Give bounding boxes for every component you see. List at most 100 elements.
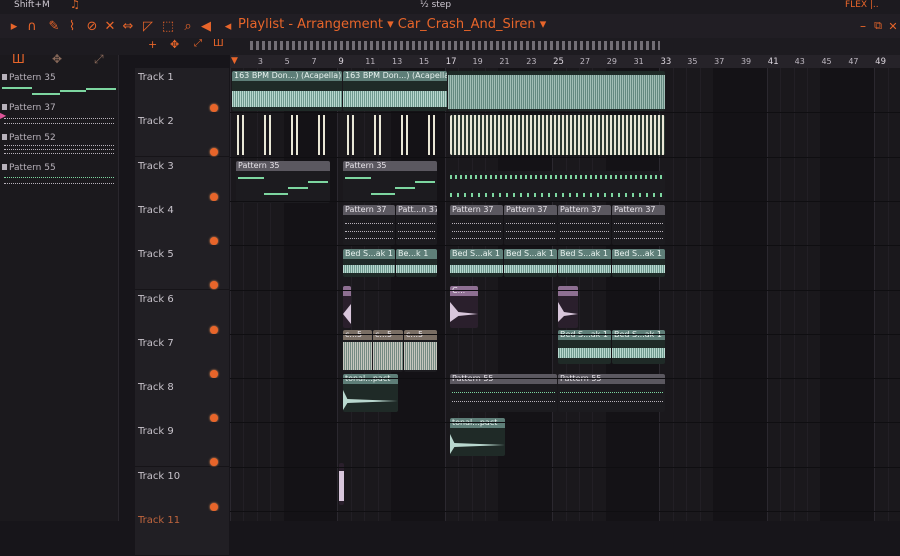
pattern-square-icon: [2, 134, 7, 140]
step-label[interactable]: ½ step: [420, 0, 451, 10]
audio-clip[interactable]: 163 BPM Don...) (Acapella): [232, 71, 342, 111]
track-enable-led[interactable]: [210, 281, 218, 290]
pattern-clip[interactable]: Pattern 37: [558, 205, 611, 245]
track-enable-led[interactable]: [210, 458, 218, 467]
pattern-item-52[interactable]: Pattern 52: [2, 133, 116, 161]
timeline-ruler[interactable]: ▼ 3 5 7 9 11 13 15 17 19 21 23 25 27 29 31 33 35 37 39 41 43…: [230, 55, 900, 68]
audio-clip[interactable]: Be...k 1: [396, 249, 437, 277]
pattern-clip[interactable]: Pattern 35: [236, 161, 330, 203]
minimize-icon[interactable]: –: [855, 18, 871, 34]
delete-icon[interactable]: ⊘: [84, 18, 100, 34]
audio-clip[interactable]: [450, 115, 665, 155]
select-icon[interactable]: ⬚: [160, 18, 176, 34]
track-enable-led[interactable]: [210, 414, 218, 423]
audio-clip[interactable]: Bed S...ak 1: [612, 330, 665, 364]
audio-clip[interactable]: Bed S...ak 1: [612, 249, 665, 277]
track-header[interactable]: Track 5: [135, 245, 229, 291]
audio-clip[interactable]: c...5: [404, 330, 437, 372]
clip-label: Patt...n 37: [396, 205, 437, 215]
track-header[interactable]: Track 11: [135, 511, 229, 556]
track-header[interactable]: Track 10: [135, 466, 229, 512]
pattern-clip[interactable]: Pattern 55: [450, 374, 557, 412]
track-header[interactable]: Track 3: [135, 156, 229, 202]
song-overview[interactable]: [250, 41, 660, 50]
arrangement-grid[interactable]: 163 BPM Don...) (Acapella) 163 BPM Don..…: [230, 68, 900, 521]
track-header[interactable]: Track 1: [135, 68, 229, 113]
track-enable-led[interactable]: [210, 502, 218, 511]
audio-clip[interactable]: [343, 115, 448, 155]
pattern-clip[interactable]: Pattern 37: [343, 205, 395, 245]
pattern-clip[interactable]: [450, 171, 665, 201]
pattern-clip[interactable]: Pattern 37: [612, 205, 665, 245]
grid-column-line: [766, 68, 768, 521]
pattern-square-icon: [2, 104, 7, 110]
pattern-clip[interactable]: Pattern 35: [343, 161, 437, 203]
ruler-tick-label: 9: [338, 57, 344, 67]
stretch-icon[interactable]: ✥: [170, 38, 179, 51]
audio-clip[interactable]: [339, 463, 344, 505]
mute-icon[interactable]: ✕: [102, 18, 118, 34]
audio-clip[interactable]: Bed S...ak 1: [504, 249, 557, 277]
track-header[interactable]: Track 4: [135, 200, 229, 246]
grid-row-line: [230, 511, 900, 512]
audio-clip[interactable]: C...: [450, 286, 478, 328]
clip-label: [343, 286, 351, 296]
track-name: Track 2: [138, 116, 174, 128]
slip-icon[interactable]: ⇔: [120, 18, 136, 34]
track-header[interactable]: Track 6: [135, 289, 229, 335]
audio-clip[interactable]: [233, 115, 338, 155]
zoom-icon[interactable]: ⌕: [180, 18, 196, 34]
brush-icon[interactable]: ⌇: [64, 18, 80, 34]
track-header[interactable]: Track 9: [135, 422, 229, 468]
pencil-icon[interactable]: ✎: [46, 18, 62, 34]
audio-clip[interactable]: [448, 71, 665, 111]
piano-roll-icon[interactable]: Ш: [12, 52, 25, 66]
audio-clip[interactable]: tonal...pact: [450, 418, 505, 456]
piano-icon[interactable]: Ш: [213, 38, 224, 49]
audio-clip[interactable]: c...5: [373, 330, 403, 372]
pattern-clip[interactable]: Pattern 55: [558, 374, 665, 412]
track-header[interactable]: Track 7: [135, 333, 229, 379]
clip-label: Pattern 37: [450, 205, 503, 215]
magnet-snap-icon[interactable]: ∩: [24, 18, 40, 34]
playhead-marker-icon[interactable]: ▼: [231, 56, 238, 66]
audio-clip[interactable]: c...5: [343, 330, 372, 372]
audio-clip[interactable]: 163 BPM Don...) (Acapella): [343, 71, 447, 111]
track-enable-led[interactable]: [210, 192, 218, 201]
slice-icon[interactable]: ◸: [140, 18, 156, 34]
track-enable-led[interactable]: [210, 369, 218, 378]
track-header[interactable]: Track 2: [135, 112, 229, 158]
maximize-icon[interactable]: ⧉: [870, 18, 886, 34]
audio-clip[interactable]: Bed S...ak 1: [450, 249, 503, 277]
pattern-item-35[interactable]: Pattern 35: [2, 73, 116, 101]
pattern-clip[interactable]: Pattern 37: [450, 205, 503, 245]
audio-clip[interactable]: tonal...pact: [343, 374, 398, 412]
pattern-clip[interactable]: Pattern 37: [504, 205, 557, 245]
mixer-icon[interactable]: ♫: [70, 0, 80, 11]
ruler-tick-label: 5: [284, 57, 290, 66]
track-enable-led[interactable]: [210, 325, 218, 334]
track-enable-led[interactable]: [210, 148, 218, 157]
link-icon[interactable]: ⤢: [194, 38, 202, 49]
pattern-item-55[interactable]: Pattern 55: [2, 163, 116, 191]
playlist-title[interactable]: Playlist - Arrangement ▾ Car_Crash_And_S…: [238, 17, 546, 32]
audio-clip[interactable]: [558, 286, 578, 328]
audio-clip[interactable]: Bed S...ak 1: [343, 249, 395, 277]
close-icon[interactable]: ✕: [885, 18, 900, 34]
audio-clip[interactable]: [343, 286, 351, 328]
pattern-item-37[interactable]: Pattern 37 ▶: [0, 103, 116, 131]
flex-label[interactable]: FLEX |..: [845, 0, 879, 10]
audio-clip[interactable]: Bed S...ak 1: [558, 330, 611, 364]
link-icon-panel[interactable]: ⤢: [94, 52, 104, 67]
move-icon[interactable]: ✥: [52, 52, 62, 66]
audio-clip[interactable]: Bed S...ak 1: [558, 249, 611, 277]
pattern-clip[interactable]: Patt...n 37: [396, 205, 437, 245]
playlist-speaker-icon[interactable]: ◂: [220, 18, 236, 34]
add-icon[interactable]: +: [148, 38, 157, 51]
speaker-icon[interactable]: ◀: [198, 18, 214, 34]
track-enable-led[interactable]: [210, 104, 218, 112]
track-header[interactable]: Track 8: [135, 378, 229, 424]
track-enable-led[interactable]: [210, 236, 218, 245]
menu-arrow-icon[interactable]: ▸: [6, 18, 22, 34]
mode-label[interactable]: Shift+M: [14, 0, 50, 10]
